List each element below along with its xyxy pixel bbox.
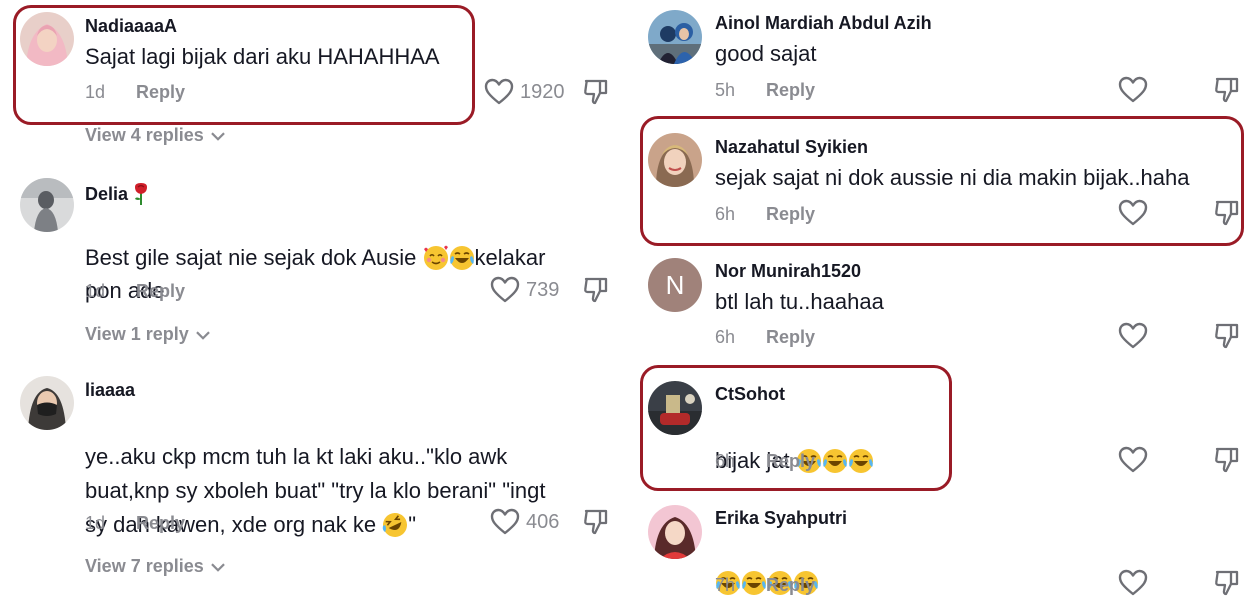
view-replies-button[interactable]: View 1 reply [85,324,211,345]
avatar[interactable] [20,12,74,66]
avatar[interactable] [648,381,702,435]
rolling-on-floor-laughing-icon [382,512,408,538]
chevron-down-icon [210,131,226,142]
comment-text: good sajat [715,41,817,66]
avatar[interactable] [648,505,702,559]
heart-icon [490,276,520,304]
avatar[interactable] [648,10,702,64]
avatar[interactable]: N [648,258,702,312]
username[interactable]: liaaaa [85,380,135,401]
comment-meta: 6h Reply [715,451,815,472]
comment-time: 7h [715,575,736,595]
comment-text: btl lah tu..haahaa [715,289,884,314]
reply-button[interactable]: Reply [766,204,815,224]
comment-meta: 7h Reply [715,575,815,596]
like-button[interactable]: 1920 [484,78,565,106]
avatar[interactable] [20,376,74,430]
comment-meta: 1d Reply [85,281,185,302]
comment-meta: 6h Reply [715,204,815,225]
comment-text-part: buat,knp sy xboleh buat" "try la klo ber… [85,478,546,503]
comment-meta: 1d Reply [85,82,185,103]
dislike-icon[interactable] [1213,199,1241,227]
reply-button[interactable]: Reply [136,513,185,533]
username[interactable]: Ainol Mardiah Abdul Azih [715,13,932,34]
username[interactable]: Nor Munirah1520 [715,261,861,282]
dislike-icon[interactable] [1213,446,1241,474]
like-count: 406 [526,510,560,533]
username[interactable]: Nazahatul Syikien [715,137,868,158]
reply-button[interactable]: Reply [136,82,185,102]
dislike-icon[interactable] [1213,569,1241,597]
username-row: Delia [85,182,151,206]
reply-button[interactable]: Reply [766,451,815,471]
view-replies-label: View 4 replies [85,125,204,145]
comments-panel-left: NadiaaaaA Sajat lagi bijak dari aku HAHA… [0,0,620,600]
avatar[interactable] [20,178,74,232]
comment-meta: 1d Reply [85,513,185,534]
tears-of-joy-icon [848,448,874,474]
like-button[interactable] [1118,322,1148,350]
dislike-icon[interactable] [582,276,610,304]
like-button[interactable] [1118,446,1148,474]
comment-meta: 5h Reply [715,80,815,101]
reply-button[interactable]: Reply [136,281,185,301]
username[interactable]: Erika Syahputri [715,508,847,529]
heart-icon [1118,76,1148,104]
comment-text: Sajat lagi bijak dari aku HAHAHHAA [85,44,440,69]
like-button[interactable] [1118,199,1148,227]
username[interactable]: Delia [85,184,128,204]
like-button[interactable] [1118,569,1148,597]
like-count: 739 [526,278,560,301]
comment-text-part: kelakar [474,245,546,270]
view-replies-label: View 1 reply [85,324,189,344]
heart-icon [484,78,514,106]
heart-icon [1118,569,1148,597]
like-button[interactable]: 739 [490,276,559,304]
comment-text: sejak sajat ni dok aussie ni dia makin b… [715,165,1190,190]
comment-text-part: Best gile sajat nie sejak dok Ausie [85,245,417,270]
username[interactable]: NadiaaaaA [85,16,177,37]
like-button[interactable] [1118,76,1148,104]
like-count: 1920 [520,80,565,103]
heart-icon [490,508,520,536]
tears-of-joy-icon [449,245,475,271]
heart-icon [1118,199,1148,227]
comment-meta: 6h Reply [715,327,815,348]
reply-button[interactable]: Reply [766,327,815,347]
rose-icon [131,182,151,206]
heart-icon [1118,446,1148,474]
avatar-initial: N [665,269,685,300]
comment-time: 1d [85,82,106,102]
comment-text-part: " [408,512,416,537]
comment-text-part: ye..aku ckp mcm tuh la kt laki aku.."klo… [85,444,508,469]
dislike-icon[interactable] [582,78,610,106]
comment-time: 6h [715,327,736,347]
chevron-down-icon [210,562,226,573]
reply-button[interactable]: Reply [766,80,815,100]
tears-of-joy-icon [822,448,848,474]
comment-time: 6h [715,451,736,471]
comment-time: 1d [85,513,106,533]
reply-button[interactable]: Reply [766,575,815,595]
chevron-down-icon [195,330,211,341]
dislike-icon[interactable] [582,508,610,536]
view-replies-button[interactable]: View 7 replies [85,556,226,577]
smiling-face-with-hearts-icon [423,245,449,271]
username[interactable]: CtSohot [715,384,785,405]
dislike-icon[interactable] [1213,76,1241,104]
comment-time: 6h [715,204,736,224]
comments-panel-right: Ainol Mardiah Abdul Azih good sajat 5h R… [630,0,1260,600]
view-replies-button[interactable]: View 4 replies [85,125,226,146]
heart-icon [1118,322,1148,350]
like-button[interactable]: 406 [490,508,559,536]
dislike-icon[interactable] [1213,322,1241,350]
avatar[interactable] [648,133,702,187]
view-replies-label: View 7 replies [85,556,204,576]
comment-time: 1d [85,281,106,301]
comment-time: 5h [715,80,736,100]
